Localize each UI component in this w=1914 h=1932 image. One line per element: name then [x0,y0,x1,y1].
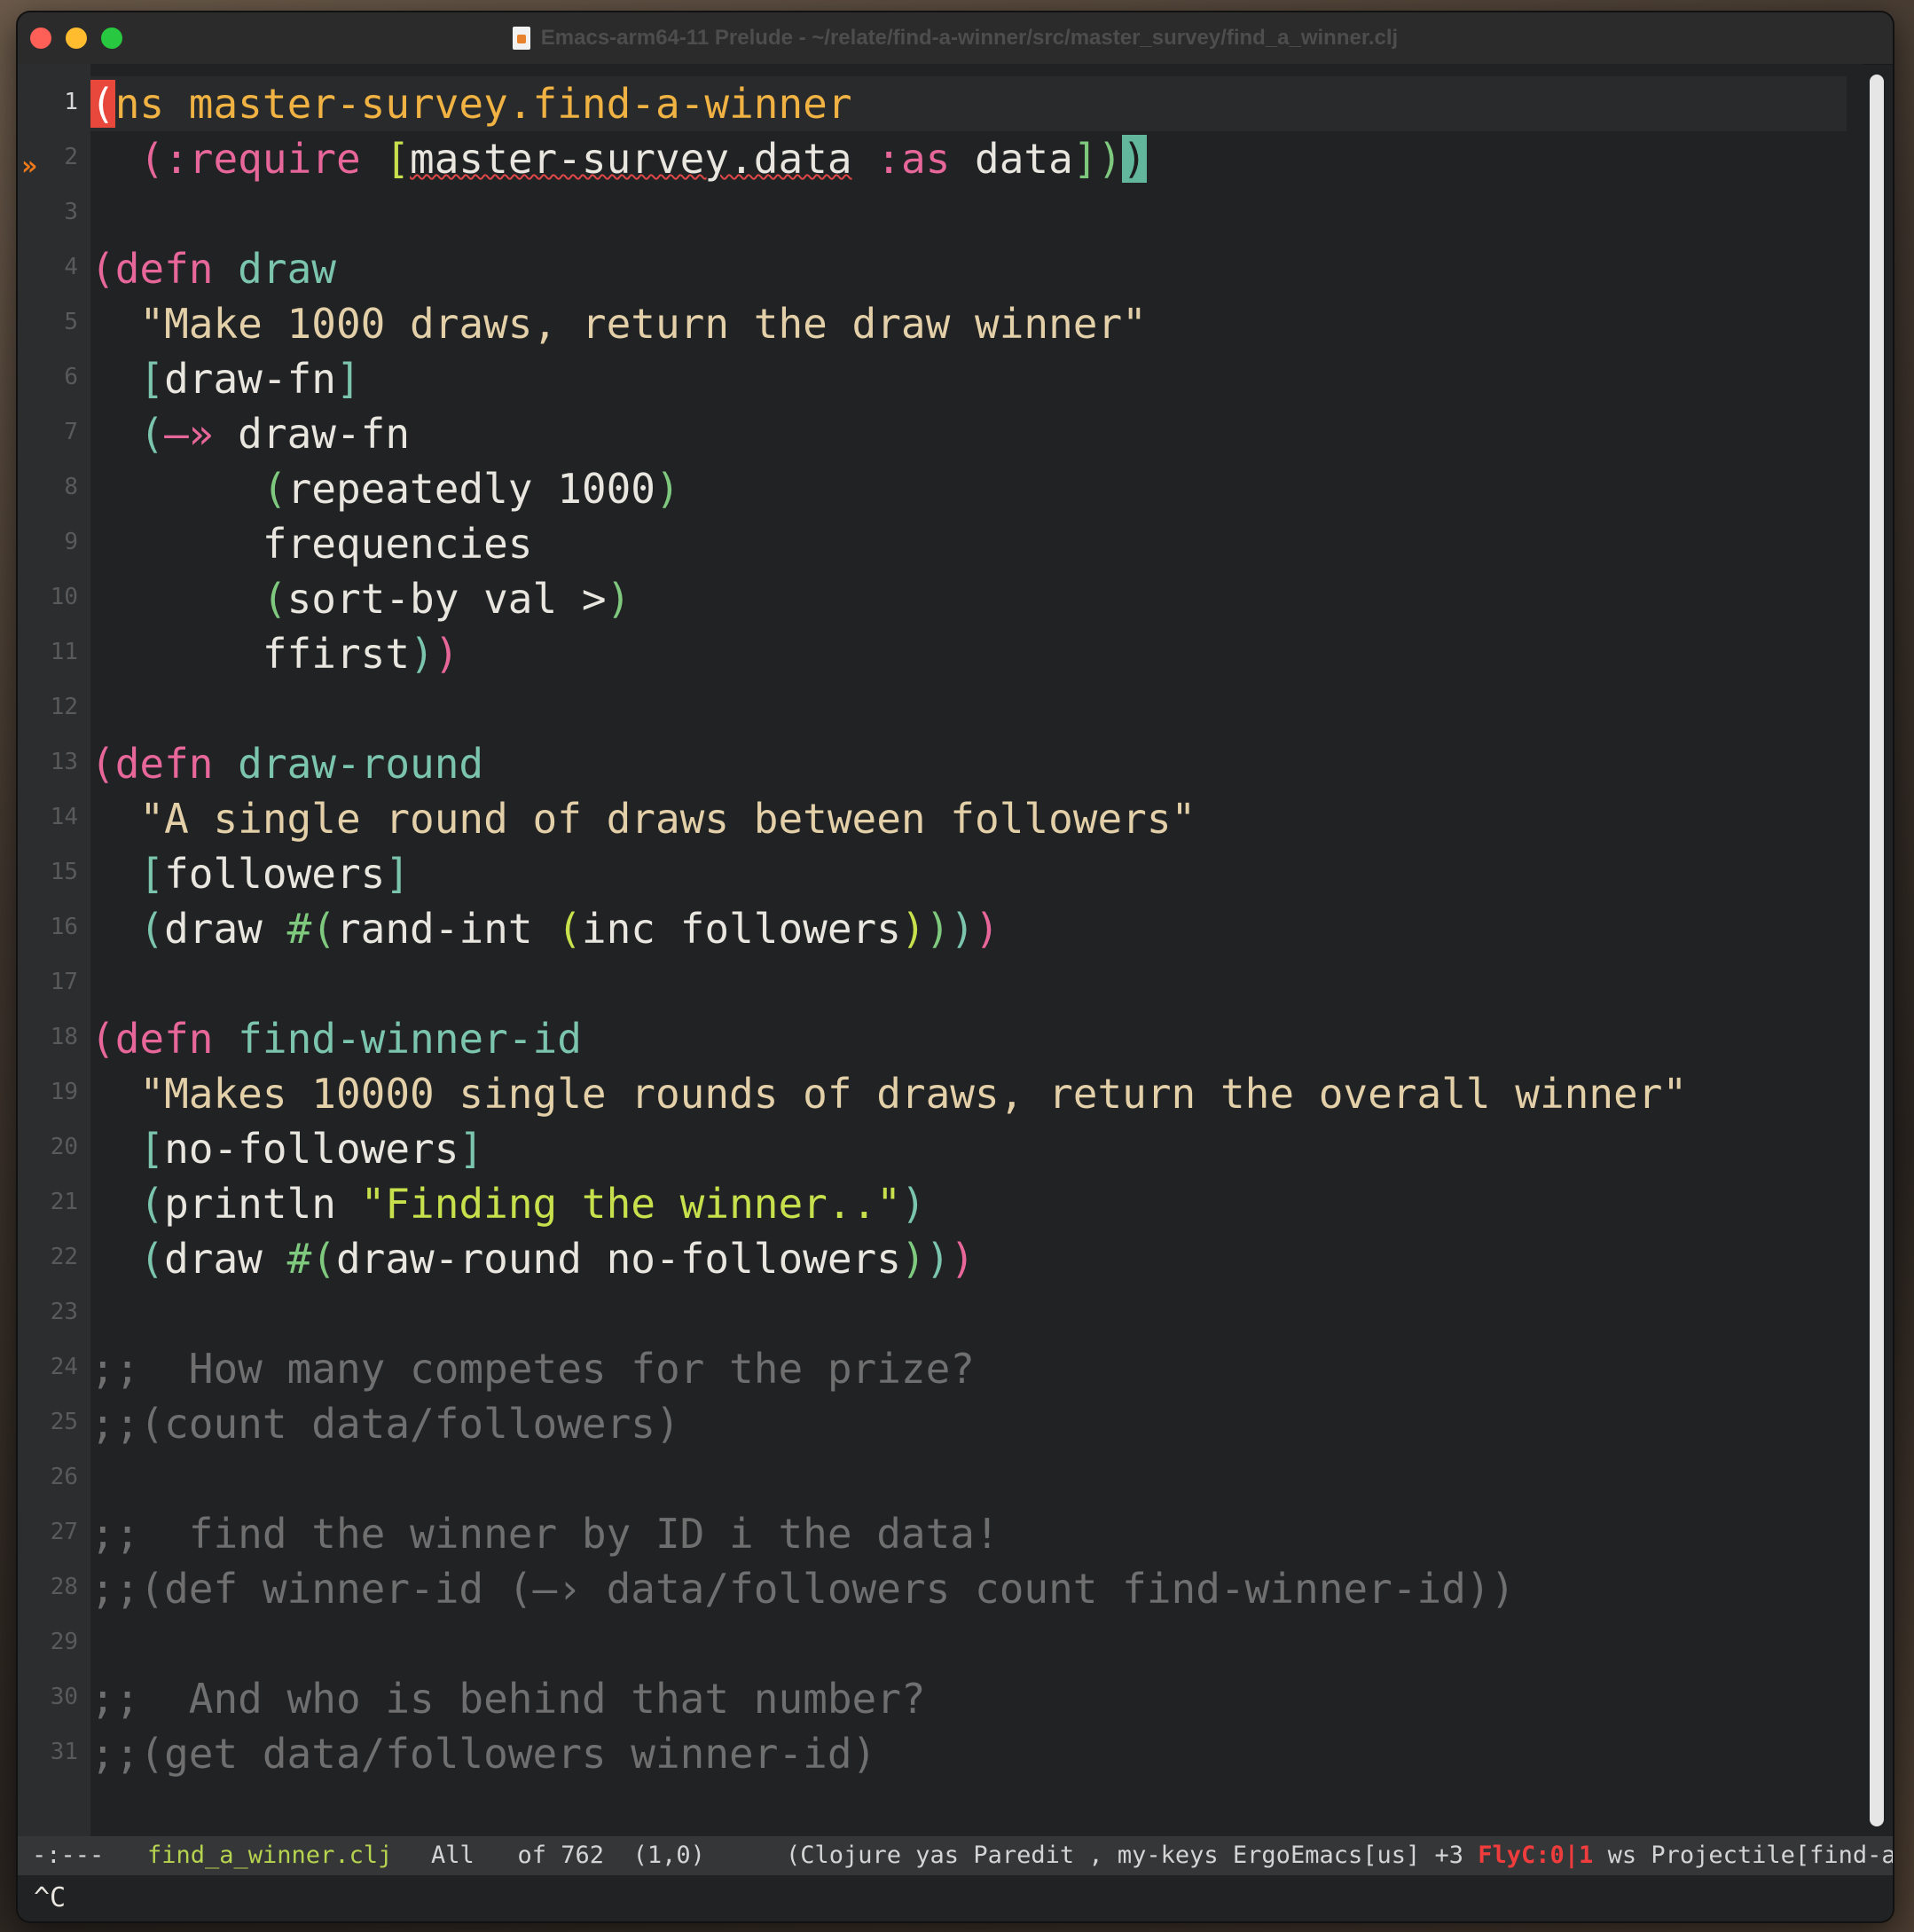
line-number: 21 [50,1189,78,1215]
window-title: Emacs-arm64-11 Prelude - ~/relate/find-a… [540,26,1399,50]
code-line-20: [no-followers] [90,1125,484,1173]
line-number: 17 [50,969,78,995]
active-modes[interactable]: (Clojure yas Paredit , my-keys ErgoEmacs… [786,1836,1893,1875]
code-line-18: (defn find-winner-id [90,1015,582,1063]
code-line-15: [followers] [90,850,411,898]
code-line-22: (draw #(draw-round no-followers))) [90,1235,976,1283]
emacs-window: Emacs-arm64-11 Prelude - ~/relate/find-a… [18,12,1893,1921]
flycheck-warning: master-survey.data [410,135,852,183]
line-number: 19 [50,1079,78,1105]
line-number: 23 [50,1299,78,1325]
line-number: 29 [50,1629,78,1655]
echo-area-text: ^C [34,1882,67,1913]
line-number-gutter: » 1 2 3 4 5 6 7 8 9 10 11 12 13 14 15 16… [18,64,90,1836]
line-number: 25 [50,1409,78,1435]
line-number: 6 [64,364,78,390]
code-line-10: (sort-by val >) [90,575,631,623]
code-line-7: (—» draw-fn [90,410,411,458]
echo-area[interactable]: ^C [18,1875,1893,1921]
code-line-4: (defn draw [90,245,336,293]
line-number: 2 [64,144,78,170]
line-number: 24 [50,1354,78,1380]
code-line-25: ;;(count data/followers) [90,1400,680,1448]
code-line-31: ;;(get data/followers winner-id) [90,1730,877,1778]
line-number: 7 [64,419,78,445]
line-number: 27 [50,1519,78,1545]
matching-paren-highlight: ) [1122,135,1147,183]
code-line-30: ;; And who is behind that number? [90,1675,926,1723]
line-number: 28 [50,1574,78,1600]
window-title-group: Emacs-arm64-11 Prelude - ~/relate/find-a… [18,12,1893,64]
mode-line: -:--- find_a_winner.clj All of 762 (1,0)… [18,1836,1893,1875]
line-number: 3 [64,199,78,225]
line-number: 22 [50,1244,78,1270]
line-number: 9 [64,529,78,555]
line-number: 11 [50,639,78,665]
code-line-1: (ns master-survey.find-a-winner [90,80,852,128]
code-line-16: (draw #(rand-int (inc followers)))) [90,905,1000,953]
code-line-2: (:require [master-survey.data :as data])… [90,135,1147,183]
line-number: 14 [50,804,78,830]
code-line-6: [draw-fn] [90,355,361,403]
buffer-status: -:--- [32,1842,105,1869]
code-line-19: "Makes 10000 single rounds of draws, ret… [90,1070,1688,1118]
text-cursor: ( [90,80,115,128]
document-icon [512,27,530,50]
line-number: 18 [50,1024,78,1050]
code-line-28: ;;(def winner-id (—› data/followers coun… [90,1565,1516,1613]
code-line-27: ;; find the winner by ID i the data! [90,1510,1000,1558]
line-number: 16 [50,914,78,940]
line-number: 8 [64,474,78,500]
line-number: 20 [50,1134,78,1160]
vertical-scrollbar[interactable] [1870,75,1884,1826]
line-number: 31 [50,1739,78,1765]
code-line-13: (defn draw-round [90,740,484,788]
line-number: 15 [50,859,78,885]
code-line-21: (println "Finding the winner..") [90,1180,926,1228]
buffer-position: All of 762 (1,0) [431,1842,705,1869]
line-number: 4 [64,254,78,280]
line-number: 1 [64,89,78,115]
line-number: 5 [64,309,78,335]
code-line-9: frequencies [90,520,533,568]
flycheck-status[interactable]: FlyC:0|1 [1478,1842,1593,1869]
line-number: 13 [50,749,78,775]
code-line-14: "A single round of draws between followe… [90,795,1196,843]
line-number: 10 [50,584,78,610]
title-bar: Emacs-arm64-11 Prelude - ~/relate/find-a… [18,12,1893,65]
code-line-5: "Make 1000 draws, return the draw winner… [90,300,1147,348]
line-number: 26 [50,1464,78,1490]
code-line-11: ffirst)) [90,630,459,678]
code-editor[interactable]: (ns master-survey.find-a-winner (:requir… [90,64,1863,1836]
code-line-8: (repeatedly 1000) [90,465,680,513]
buffer-filename[interactable]: find_a_winner.clj [147,1836,392,1875]
line-number: 12 [50,694,78,720]
code-line-24: ;; How many competes for the prize? [90,1345,975,1393]
line-number: 30 [50,1684,78,1710]
